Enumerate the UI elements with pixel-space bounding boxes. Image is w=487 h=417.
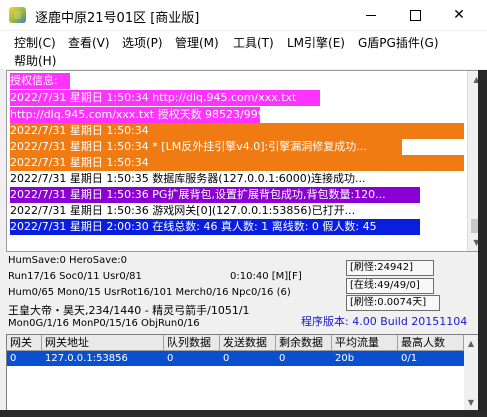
close-icon: ✕ — [453, 7, 465, 23]
table-header: 网关 网关地址 队列数据 发送数据 剩余数据 平均流量 最高人数 — [7, 335, 478, 351]
maximize-button[interactable] — [392, 0, 438, 30]
status-area: HumSave:0 HeroSave:0 Run17/16 Soc0/11 Us… — [0, 252, 487, 332]
col-sent[interactable]: 发送数据 — [220, 335, 276, 350]
background-desktop — [478, 70, 487, 417]
menu-tools[interactable]: 工具(T) — [233, 34, 274, 51]
program-version: 程序版本: 4.00 Build 20151104 — [301, 315, 468, 328]
cell-gateway: 0 — [10, 353, 17, 364]
scroll-up-icon[interactable]: ▲ — [464, 335, 478, 352]
status-save: HumSave:0 HeroSave:0 — [8, 255, 128, 266]
minimize-button[interactable] — [348, 0, 394, 30]
status-run: Run17/16 Soc0/11 Usr0/81 — [8, 271, 142, 282]
status-hum: Hum0/65 Mon0/15 UsrRot16/101 Merch0/16 N… — [8, 287, 291, 298]
log-line: 授权信息: — [10, 73, 70, 89]
status-player: 王皇大帝・昊天,234/1440 - 精灵弓箭手/1051/1 — [8, 304, 250, 317]
menu-lm-engine[interactable]: LM引擎(E) — [287, 34, 345, 51]
cell-address: 127.0.0.1:53856 — [45, 353, 128, 364]
cell-max-users: 0/1 — [401, 353, 418, 364]
log-line: 2022/7/31 星期日 1:50:36 PG扩展背包,设置扩展背包成功,背包… — [10, 187, 420, 203]
close-button[interactable]: ✕ — [436, 0, 482, 30]
log-line: 2022/7/31 星期日 1:50:36 游戏网关[0](127.0.0.1:… — [10, 203, 420, 219]
scroll-down-icon[interactable]: ▼ — [464, 394, 478, 411]
col-max-users[interactable]: 最高人数 — [398, 335, 464, 350]
cell-sent: 0 — [223, 353, 230, 364]
gateway-table[interactable]: 网关 网关地址 队列数据 发送数据 剩余数据 平均流量 最高人数 0 127.0… — [6, 334, 479, 412]
table-scrollbar[interactable]: ▲ ▼ — [464, 335, 478, 411]
log-line: 2022/7/31 星期日 1:50:34 * [LM反外挂引擎v4.0]:引擎… — [10, 139, 402, 155]
col-queue[interactable]: 队列数据 — [164, 335, 220, 350]
cell-avg-traffic: 20b — [335, 353, 355, 364]
col-avg-traffic[interactable]: 平均流量 — [332, 335, 398, 350]
maximize-icon — [409, 9, 421, 21]
menu-help[interactable]: 帮助(H) — [14, 52, 56, 69]
col-gateway[interactable]: 网关 — [7, 335, 42, 350]
status-uptime: 0:10:40 [M][F] — [230, 271, 302, 282]
spawn-rate-box: [刷怪:0.0074天] — [346, 295, 440, 311]
menu-view[interactable]: 查看(V) — [68, 34, 110, 51]
col-remaining[interactable]: 剩余数据 — [276, 335, 332, 350]
app-window: 逐鹿中原21号01区 [商业版] ✕ 控制(C) 查看(V) 选项(P) 管理(… — [0, 0, 487, 417]
menu-control[interactable]: 控制(C) — [14, 34, 56, 51]
menu-manage[interactable]: 管理(M) — [175, 34, 219, 51]
window-title: 逐鹿中原21号01区 [商业版] — [35, 11, 200, 26]
cell-queue: 0 — [167, 353, 174, 364]
status-mon: Mon0G/1/16 MonP0/15/16 ObjRun0/16 — [8, 318, 200, 329]
cell-remaining: 0 — [279, 353, 286, 364]
app-logo-icon — [9, 7, 26, 23]
log-line: 2022/7/31 星期日 1:50:34 — [10, 123, 464, 139]
menu-options[interactable]: 选项(P) — [122, 34, 163, 51]
minimize-icon — [366, 14, 376, 16]
menu-gdun-plugin[interactable]: G盾PG插件(G) — [358, 34, 439, 51]
online-count-box: [在线:49/49/0] — [346, 278, 434, 294]
col-gateway-address[interactable]: 网关地址 — [42, 335, 164, 350]
title-bar[interactable]: 逐鹿中原21号01区 [商业版] ✕ — [0, 0, 487, 30]
menu-bar: 控制(C) 查看(V) 选项(P) 管理(M) 工具(T) LM引擎(E) G盾… — [0, 31, 487, 69]
log-panel[interactable]: 授权信息: 2022/7/31 星期日 1:50:34 http://dlq.9… — [6, 70, 479, 252]
log-line: 2022/7/31 星期日 1:50:34 — [10, 155, 464, 171]
refresh-count-box: [刷怪:24942] — [346, 260, 434, 276]
log-line: 2022/7/31 星期日 1:50:34 http://dlq.945.com… — [10, 90, 320, 106]
background-desktop — [0, 410, 487, 417]
log-line: 2022/7/31 星期日 2:00:30 在线总数: 46 真人数: 1 离线… — [10, 219, 420, 235]
log-line: http://dlq.945.com/xxx.txt 授权天数 98523/99… — [10, 107, 260, 123]
table-row[interactable]: 0 127.0.0.1:53856 0 0 0 20b 0/1 — [7, 351, 464, 366]
log-line: 2022/7/31 星期日 1:50:35 数据库服务器(127.0.0.1:6… — [10, 171, 420, 187]
